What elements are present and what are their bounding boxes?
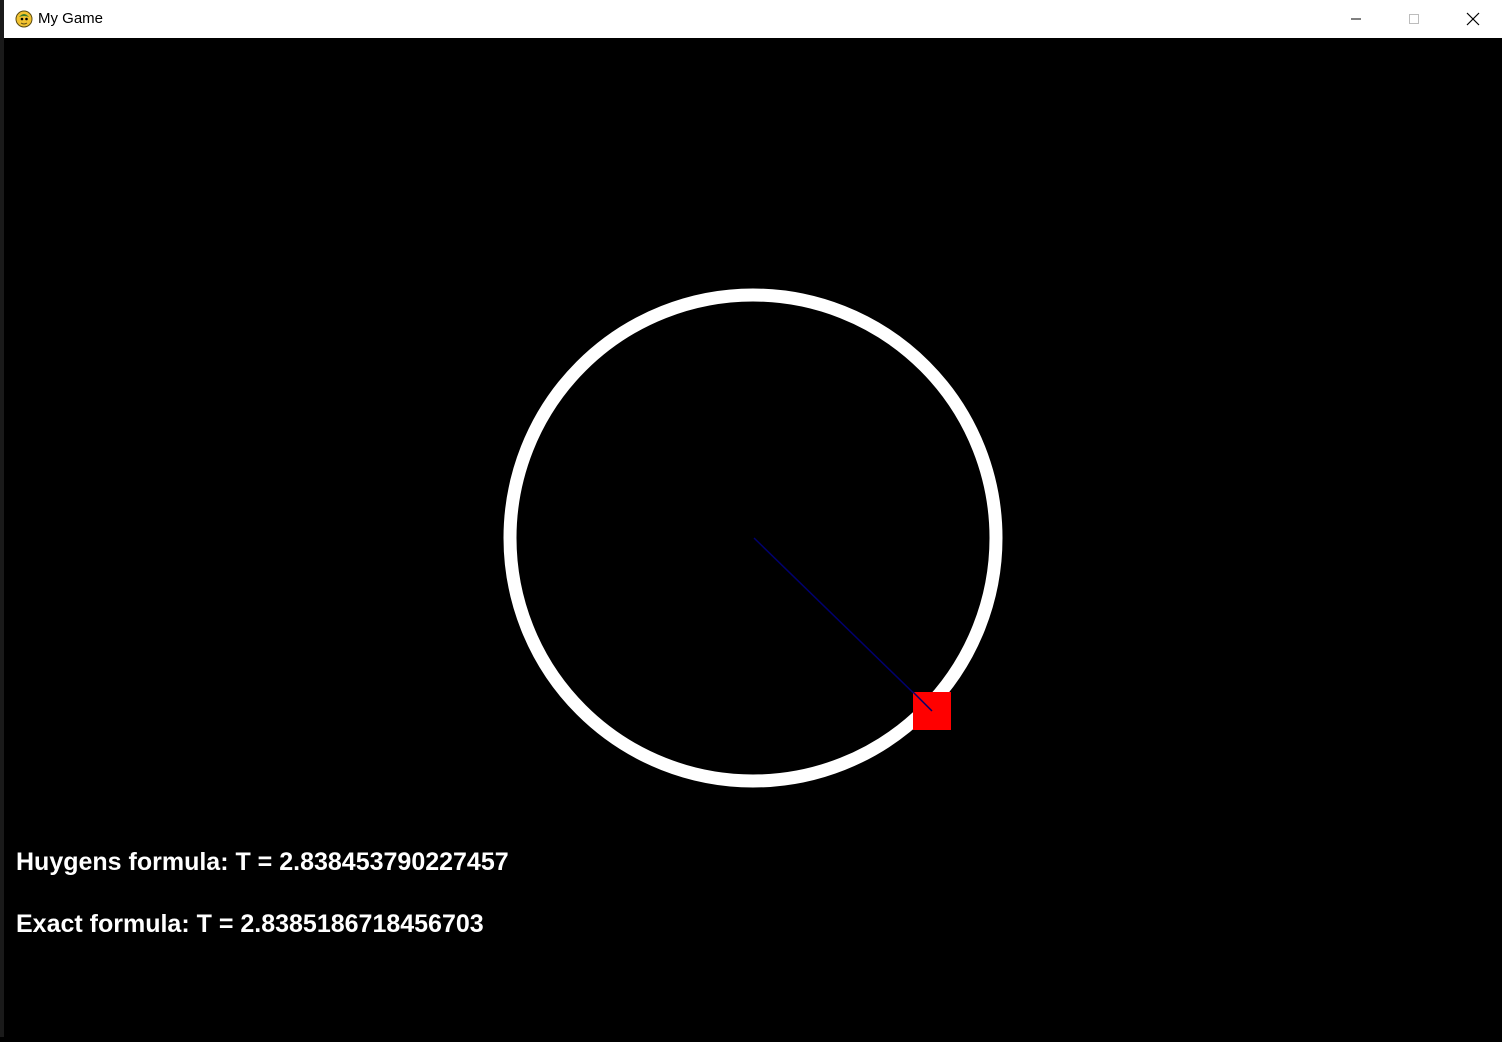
- exact-period-readout: Exact formula: T = 2.8385186718456703: [16, 910, 484, 938]
- window-title: My Game: [38, 10, 104, 27]
- pendulum-rod: [753, 537, 933, 712]
- close-icon: [1466, 12, 1480, 26]
- minimize-icon: [1350, 13, 1362, 25]
- minimize-button[interactable]: [1327, 0, 1385, 38]
- pendulum-scene: [503, 288, 1003, 788]
- maximize-button[interactable]: [1385, 0, 1443, 38]
- game-canvas[interactable]: [4, 38, 1502, 1037]
- close-button[interactable]: [1444, 0, 1502, 38]
- maximize-icon: [1408, 13, 1420, 25]
- title-bar[interactable]: My Game: [4, 0, 1502, 38]
- pygame-snake-icon: [14, 8, 34, 28]
- game-window: My Game Huygens formula: T = 2.838453790…: [0, 0, 1502, 1037]
- huygens-period-readout: Huygens formula: T = 2.838453790227457: [16, 848, 509, 876]
